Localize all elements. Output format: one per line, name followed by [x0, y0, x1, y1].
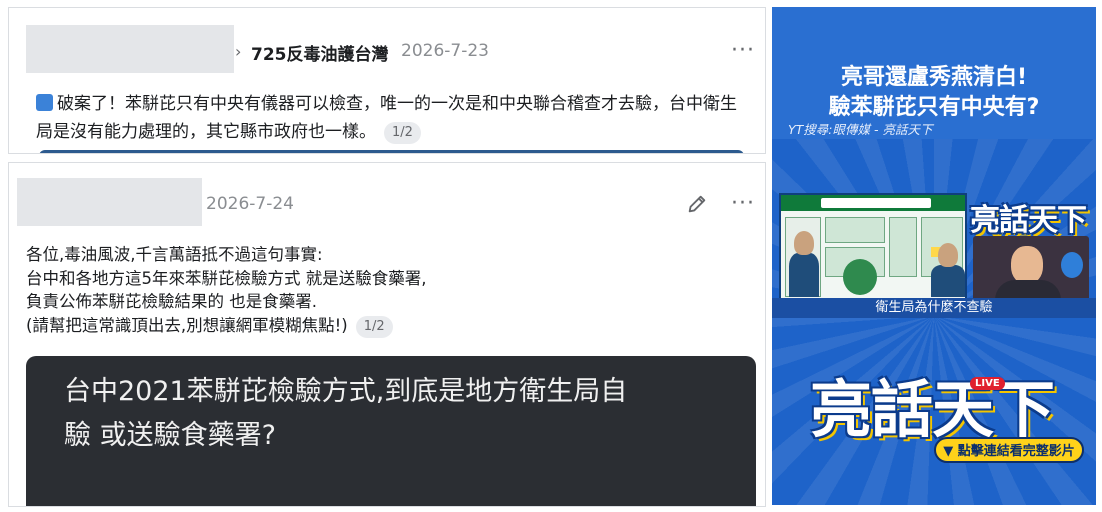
post-text-line: 台中和各地方這5年來苯駢芘檢驗方式 就是送驗食藥署,	[26, 268, 427, 288]
blue-square-emoji-icon	[36, 94, 53, 111]
ad-title-line: 驗苯駢芘只有中央有?	[828, 95, 1040, 120]
post-text: 破案了！苯駢芘只有中央有儀器可以檢查，唯一的一次是和中央聯合稽查才去驗，台中衛生…	[36, 90, 748, 146]
more-options-icon[interactable]: ···	[731, 193, 755, 215]
ad-brand-logo: 亮話天下	[970, 203, 1087, 238]
post-card-1: › 725反毒油護台灣 2026-7-23 ··· 破案了！苯駢芘只有中央有儀器…	[8, 7, 766, 154]
chevron-right-icon: ›	[235, 42, 242, 61]
post-card-2: 2026-7-24 ··· 各位,毒油風波,千言萬語抵不過這句事實: 台中和各地…	[8, 162, 766, 507]
redacted-author-name	[17, 178, 202, 226]
image-text-line: 驗 或送驗食藥署?	[64, 420, 276, 451]
page-indicator[interactable]: 1/2	[384, 122, 421, 144]
mascot-icon	[843, 259, 877, 295]
ad-caption: 衛生局為什麼不查驗	[772, 298, 1096, 318]
post-text-line: (請幫把這常識頂出去,別想讓網軍模糊焦點!) 1/2	[26, 314, 756, 338]
ad-brand-logo-large: 亮話天下	[810, 373, 1055, 446]
watch-full-video-button[interactable]: ▼ 點擊連結看完整影片	[934, 437, 1084, 463]
post-text: 各位,毒油風波,千言萬語抵不過這句事實: 台中和各地方這5年來苯駢芘檢驗方式 就…	[26, 243, 756, 338]
ad-title-line: 亮哥還盧秀燕清白!	[840, 65, 1028, 90]
ad-screenshot-thumbnail	[779, 193, 967, 301]
post-date[interactable]: 2026-7-24	[206, 194, 294, 214]
live-badge: LIVE	[970, 377, 1005, 390]
ad-subtitle: YT搜尋:眼傳媒 - 亮話天下	[788, 122, 933, 137]
toy-figure-icon	[1061, 252, 1083, 278]
pencil-edit-icon[interactable]	[686, 193, 708, 215]
group-name-link[interactable]: 725反毒油護台灣	[251, 40, 389, 65]
image-text-line: 台中2021苯駢芘檢驗方式,到底是地方衛生局自	[64, 376, 628, 407]
more-options-icon[interactable]: ···	[731, 40, 755, 62]
post-date[interactable]: 2026-7-23	[401, 41, 489, 61]
ad-video-thumbnail	[973, 236, 1089, 306]
sponsored-ad-banner[interactable]: 亮哥還盧秀燕清白! 驗苯駢芘只有中央有? YT搜尋:眼傳媒 - 亮話天下 亮話天…	[772, 7, 1096, 505]
post-text-line: 負責公佈苯駢芘檢驗結果的 也是食藥署.	[26, 292, 317, 311]
page-indicator[interactable]: 1/2	[355, 315, 393, 338]
post-image-text-card[interactable]: 台中2021苯駢芘檢驗方式,到底是地方衛生局自 驗 或送驗食藥署?	[26, 356, 756, 506]
post-image-preview[interactable]	[39, 150, 744, 153]
post-text-line: 各位,毒油風波,千言萬語抵不過這句事實:	[26, 245, 323, 264]
redacted-author-name	[26, 25, 234, 73]
